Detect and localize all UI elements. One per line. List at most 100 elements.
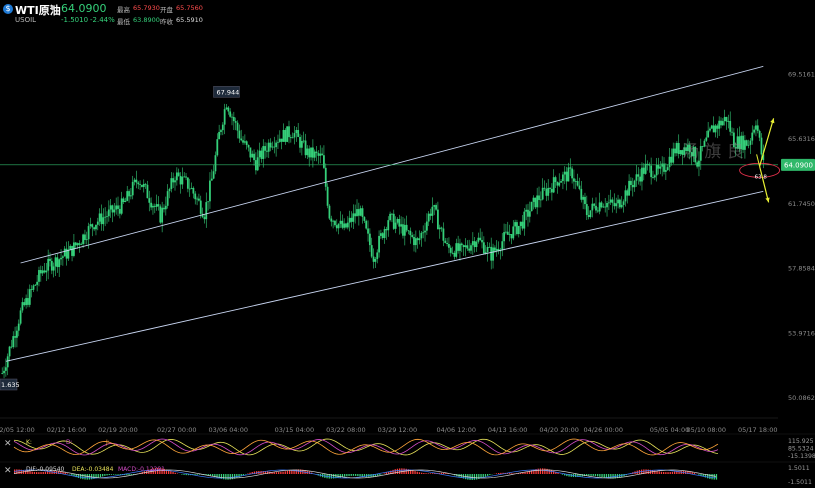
macd-histogram-bar (484, 474, 487, 477)
candle-body (470, 245, 472, 251)
candle-body (714, 125, 717, 133)
candle-body (482, 242, 485, 254)
candle-body (448, 243, 450, 248)
candle-body (425, 221, 428, 231)
candle-body (446, 242, 448, 244)
candle-body (459, 243, 461, 251)
macd-histogram-bar (284, 471, 286, 474)
candle-body (210, 178, 213, 181)
candle-body (567, 167, 570, 182)
candle-body (16, 330, 18, 338)
candle-body (460, 243, 463, 246)
candle-body (85, 239, 88, 241)
macd-histogram-bar (82, 474, 84, 480)
macd-histogram-bar (443, 472, 445, 474)
candle-body (508, 234, 511, 235)
candle-body (468, 248, 471, 251)
macd-histogram-bar (557, 472, 559, 474)
candle-body (365, 220, 368, 229)
candle-body (19, 310, 22, 324)
candle-body (653, 175, 656, 178)
candle-body (549, 187, 551, 189)
macd-histogram-bar (660, 471, 663, 474)
candle-body (255, 160, 257, 171)
trend-channel (5, 65, 764, 362)
candle-body (626, 190, 629, 196)
candle-body (405, 224, 408, 231)
candle-body (675, 143, 678, 154)
candle-body (170, 178, 173, 190)
candle-body (721, 121, 724, 126)
chevron-down-icon[interactable]: ▼ (50, 4, 55, 12)
macd-histogram-bar (700, 474, 702, 476)
candle-body (521, 221, 524, 229)
macd-histogram-bar (665, 472, 667, 474)
price-change-pct: -2.44% (90, 16, 115, 24)
candle-body (264, 146, 266, 151)
candle-body (163, 207, 165, 210)
macd-histogram-bar (432, 473, 434, 474)
macd-histogram-bar (108, 474, 110, 476)
candle-body (317, 153, 320, 156)
time-tick-label: 02/19 20:00 (98, 426, 138, 434)
macd-histogram-bar (405, 468, 407, 474)
candle-body (442, 228, 445, 241)
candle-body (168, 189, 171, 192)
price-chart[interactable]: 64.0900 67.944 1.635 汤 旗 良 63.8 69.5161 65.63… (0, 0, 815, 488)
kdj-tick-label: 85.5324 (788, 446, 814, 453)
close-icon: ✕ (4, 466, 12, 476)
candle-body (391, 213, 393, 215)
macd-histogram-bar (379, 474, 381, 476)
candle-body (321, 153, 323, 156)
candle-body (729, 121, 732, 132)
candle-body (304, 140, 307, 156)
candle-body (93, 227, 96, 230)
candle-body (615, 203, 618, 207)
candle-body (153, 205, 156, 207)
candle-body (54, 257, 57, 267)
candle-body (556, 181, 559, 186)
macd-histogram-bar (594, 474, 597, 477)
macd-histogram-bar (71, 474, 73, 476)
time-tick-label: 03/22 08:00 (326, 426, 366, 434)
candle-body (63, 248, 66, 257)
candle-body (152, 205, 154, 208)
candle-body (516, 222, 518, 235)
candle-body (190, 187, 193, 189)
macd-histogram-bar (333, 474, 335, 479)
candle-body (573, 178, 575, 182)
candle-body (326, 186, 329, 206)
candle-body (376, 252, 379, 259)
candle-body (381, 233, 384, 239)
candle-body (718, 120, 721, 129)
candle-body (175, 172, 178, 181)
candle-body (234, 121, 237, 123)
candle-body (431, 206, 434, 216)
macd-histogram-bar (282, 471, 284, 474)
candle-body (137, 182, 140, 185)
candle-body (100, 213, 103, 225)
candle-body (438, 227, 441, 230)
candle-body (262, 146, 265, 159)
candle-body (510, 234, 513, 239)
candle-body (536, 195, 539, 208)
price-tick-label: 61.7450 (788, 200, 815, 208)
time-tick-label: 03/06 04:00 (208, 426, 248, 434)
candle-body (23, 302, 26, 306)
candle-body (242, 140, 244, 143)
candle-body (593, 203, 596, 206)
candle-body (267, 142, 270, 152)
candle-body (288, 126, 290, 138)
candle-body (747, 144, 750, 146)
candle-body (563, 171, 566, 175)
candle-body (368, 233, 371, 246)
candle-body (554, 177, 557, 182)
macd-histogram-bar (170, 471, 172, 474)
time-tick-label: 04/20 20:00 (539, 426, 579, 434)
macd-histogram-bar (487, 474, 489, 476)
candle-body (668, 156, 671, 168)
candle-body (146, 184, 149, 199)
candle-body (341, 220, 344, 228)
candle-body (424, 230, 426, 233)
candle-body (203, 217, 206, 220)
